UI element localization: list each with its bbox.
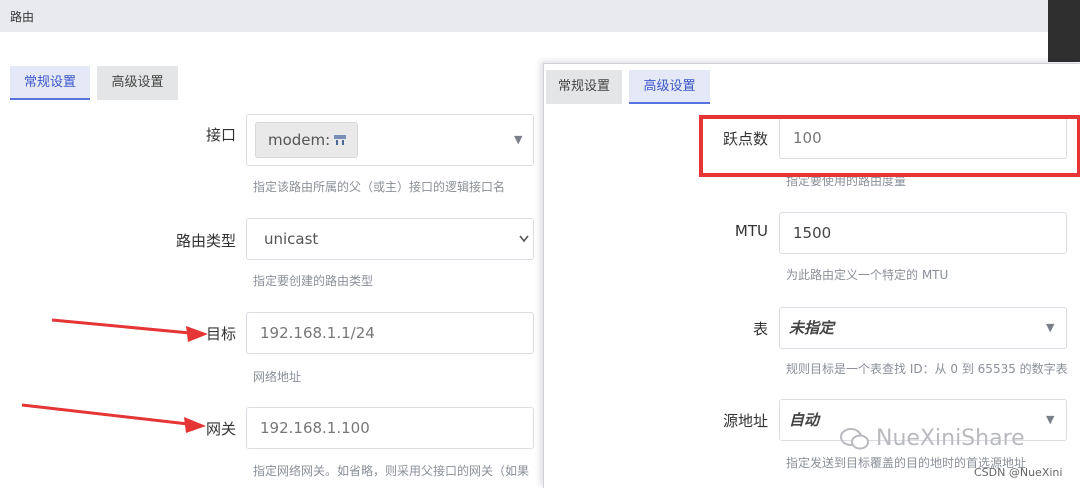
table-hint: 规则目标是一个表查找 ID：从 0 到 65535 的数字表 — [786, 362, 1068, 376]
interface-select[interactable]: modem: ▼ — [246, 114, 534, 166]
chevron-down-icon: ▼ — [514, 133, 523, 146]
chevron-down-icon: ▼ — [1046, 321, 1055, 334]
tab-general-settings[interactable]: 常规设置 — [546, 70, 622, 104]
highlight-box — [699, 115, 1080, 177]
gateway-hint: 指定网络网关。如省略，则采用父接口的网关（如果 — [253, 464, 530, 478]
route-type-hint: 指定要创建的路由类型 — [253, 274, 374, 288]
annotation-arrows — [21, 318, 208, 433]
route-type-value: unicast — [264, 230, 319, 248]
dark-sidebar-edge — [1048, 0, 1080, 62]
wechat-icon — [840, 427, 869, 449]
source-label: 源地址 — [722, 412, 768, 430]
chevron-down-icon: ▼ — [1046, 413, 1055, 426]
network-icon — [334, 135, 347, 145]
table-label: 表 — [752, 320, 768, 338]
mtu-input[interactable]: 1500 — [779, 212, 1067, 254]
route-type-select[interactable]: unicast — [246, 218, 534, 260]
table-value: 未指定 — [789, 319, 835, 337]
table-select[interactable]: 未指定 ▼ — [779, 307, 1067, 349]
chevron-down-icon — [519, 235, 529, 243]
red-arrow-icon — [51, 318, 208, 342]
tab-advanced-settings[interactable]: 高级设置 — [629, 70, 710, 104]
watermark-text: NueXiniShare — [876, 426, 1025, 451]
credit-text: CSDN @NueXini — [974, 466, 1063, 479]
mtu-label: MTU — [734, 222, 768, 240]
source-value: 自动 — [789, 411, 820, 429]
red-arrow-icon — [21, 403, 206, 433]
gateway-input[interactable]: 192.168.1.100 — [246, 407, 534, 449]
interface-chip: modem: — [255, 122, 359, 158]
interface-hint: 指定该路由所属的父（或主）接口的逻辑接口名 — [253, 180, 506, 194]
mtu-hint: 为此路由定义一个特定的 MTU — [786, 268, 949, 282]
watermark: NueXiniShare — [840, 426, 1025, 451]
interface-value: modem: — [268, 131, 331, 149]
advanced-settings-panel: 常规设置 高级设置 跃点数 100 指定要使用的路由度量 MTU 1500 为此… — [543, 63, 1080, 488]
target-input[interactable]: 192.168.1.1/24 — [246, 312, 534, 354]
target-hint: 网络地址 — [253, 370, 302, 384]
